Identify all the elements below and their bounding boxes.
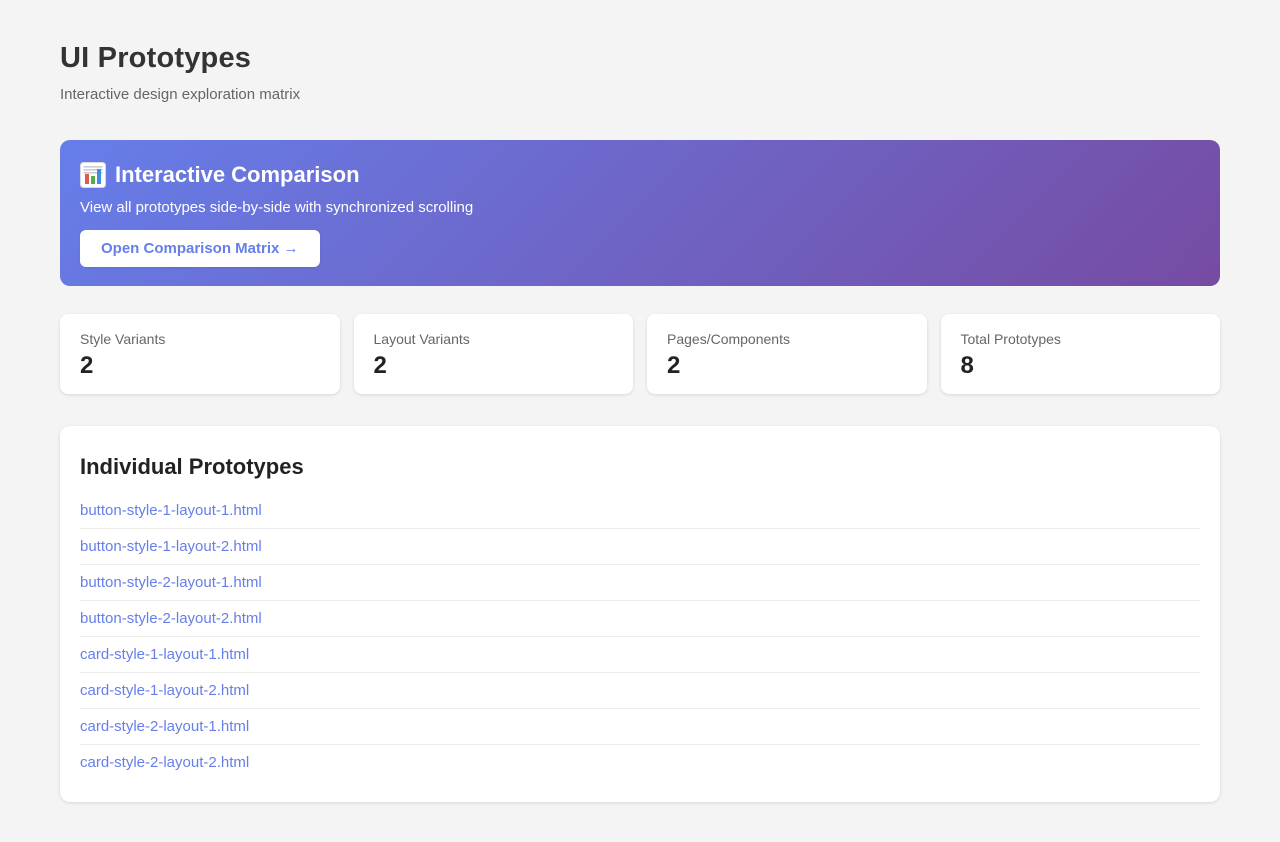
prototype-link[interactable]: card-style-2-layout-1.html <box>80 709 1200 744</box>
prototype-link[interactable]: card-style-1-layout-2.html <box>80 673 1200 708</box>
individual-prototypes-card: Individual Prototypes button-style-1-lay… <box>60 426 1220 802</box>
banner-title-text: Interactive Comparison <box>115 162 360 188</box>
page-subtitle: Interactive design exploration matrix <box>60 86 1220 103</box>
page-title: UI Prototypes <box>60 42 1220 75</box>
list-item: button-style-1-layout-1.html <box>80 493 1200 529</box>
bar-chart-icon <box>80 162 106 188</box>
stat-label: Layout Variants <box>374 331 614 347</box>
prototype-link[interactable]: card-style-2-layout-2.html <box>80 745 1200 780</box>
list-item: card-style-2-layout-1.html <box>80 709 1200 745</box>
stat-value: 8 <box>961 354 1201 378</box>
prototype-link[interactable]: button-style-2-layout-1.html <box>80 565 1200 600</box>
prototype-link[interactable]: button-style-1-layout-2.html <box>80 529 1200 564</box>
banner-description: View all prototypes side-by-side with sy… <box>80 199 1200 216</box>
list-item: button-style-2-layout-2.html <box>80 601 1200 637</box>
prototype-link[interactable]: card-style-1-layout-1.html <box>80 637 1200 672</box>
stat-value: 2 <box>80 354 320 378</box>
list-item: button-style-2-layout-1.html <box>80 565 1200 601</box>
stat-card-pages-components: Pages/Components 2 <box>647 314 927 394</box>
stat-value: 2 <box>374 354 614 378</box>
page-container: UI Prototypes Interactive design explora… <box>60 0 1220 842</box>
stat-value: 2 <box>667 354 907 378</box>
prototype-list: button-style-1-layout-1.html button-styl… <box>80 493 1200 780</box>
stat-card-layout-variants: Layout Variants 2 <box>354 314 634 394</box>
list-item: button-style-1-layout-2.html <box>80 529 1200 565</box>
stats-row: Style Variants 2 Layout Variants 2 Pages… <box>60 314 1220 394</box>
stat-label: Pages/Components <box>667 331 907 347</box>
stat-label: Style Variants <box>80 331 320 347</box>
list-item: card-style-1-layout-2.html <box>80 673 1200 709</box>
comparison-banner: Interactive Comparison View all prototyp… <box>60 140 1220 286</box>
list-item: card-style-2-layout-2.html <box>80 745 1200 780</box>
prototype-link[interactable]: button-style-1-layout-1.html <box>80 493 1200 528</box>
stat-card-style-variants: Style Variants 2 <box>60 314 340 394</box>
list-item: card-style-1-layout-1.html <box>80 637 1200 673</box>
stat-label: Total Prototypes <box>961 331 1201 347</box>
stat-card-total-prototypes: Total Prototypes 8 <box>941 314 1221 394</box>
prototype-link[interactable]: button-style-2-layout-2.html <box>80 601 1200 636</box>
banner-title: Interactive Comparison <box>80 162 1200 188</box>
open-comparison-matrix-button[interactable]: Open Comparison Matrix → <box>80 230 320 267</box>
individual-prototypes-heading: Individual Prototypes <box>80 454 1200 480</box>
